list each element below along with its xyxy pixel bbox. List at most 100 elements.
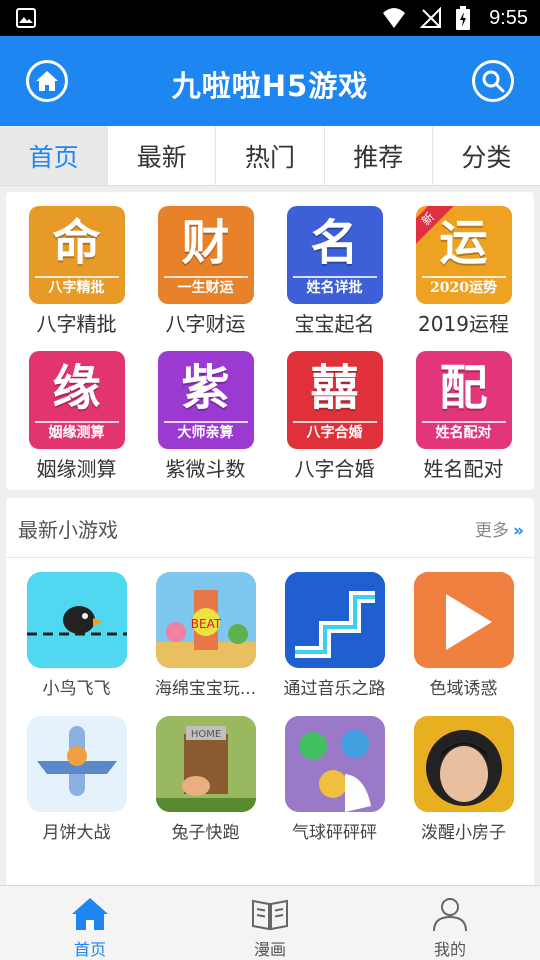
fortune-band-text: 2020运势	[421, 276, 506, 298]
fortune-item[interactable]: 财一生财运 八字财运	[141, 206, 270, 337]
play-game-icon	[413, 572, 514, 668]
game-label: 气球砰砰砰	[292, 823, 377, 842]
app-title: 九啦啦H5游戏	[171, 69, 369, 103]
tab-home[interactable]: 首页	[0, 126, 109, 185]
fortune-char: 囍	[310, 360, 359, 416]
game-label: 色域诱惑	[429, 679, 498, 698]
fortune-app-icon: 囍八字合婚	[286, 351, 383, 449]
fortune-char: 财	[181, 215, 230, 271]
fortune-band-text: 八字精批	[34, 276, 119, 298]
game-label: 兔子快跑	[171, 823, 240, 842]
fortune-item[interactable]: 命八字精批 八字精批	[12, 206, 141, 337]
image-notification-icon	[16, 8, 36, 28]
nav-mine-label: 我的	[433, 940, 466, 959]
fortune-label: 姻缘测算	[36, 457, 117, 481]
face-game-icon	[413, 716, 514, 812]
fortune-char: 缘	[52, 360, 101, 416]
fortune-label: 八字精批	[36, 312, 117, 336]
search-icon	[482, 70, 505, 93]
game-item[interactable]: 气球砰砰砰	[270, 716, 399, 842]
fortune-item[interactable]: 囍八字合婚 八字合婚	[270, 351, 399, 482]
fortune-label: 八字财运	[165, 312, 246, 336]
svg-text:HOME: HOME	[190, 729, 220, 740]
bird-game-icon	[26, 572, 127, 668]
game-label: 小鸟飞飞	[42, 679, 111, 698]
balloon-game-icon	[284, 716, 385, 812]
tab-category[interactable]: 分类	[433, 126, 540, 185]
app-header: 九啦啦H5游戏	[0, 36, 540, 126]
fortune-label: 八字合婚	[294, 457, 375, 481]
status-bar: 9:55	[0, 0, 540, 36]
fortune-label: 紫微斗数	[165, 457, 246, 481]
tab-latest[interactable]: 最新	[108, 126, 217, 185]
user-icon	[433, 898, 467, 932]
fortune-char: 配	[439, 360, 488, 416]
more-link[interactable]: 更多»	[475, 516, 524, 541]
nav-comics[interactable]: 漫画	[180, 886, 360, 960]
fortune-band-text: 姻缘测算	[34, 421, 119, 443]
category-tabs: 首页 最新 热门 推荐 分类	[0, 126, 540, 186]
latest-games-card: 最新小游戏 更多» 小鸟飞飞 BEAT 海绵宝宝玩... 通过音乐之路 色域诱惑月饼大战…	[6, 498, 534, 898]
fortune-item[interactable]: 缘姻缘测算 姻缘测算	[12, 351, 141, 482]
tab-recommend[interactable]: 推荐	[325, 126, 433, 185]
fortune-char: 命	[52, 215, 101, 271]
nav-mine[interactable]: 我的	[360, 886, 540, 960]
rabbit-game-icon: HOME	[155, 716, 256, 812]
book-icon	[252, 899, 288, 931]
bottom-nav: 首页 漫画 我的	[0, 885, 540, 960]
battery-icon	[456, 6, 470, 30]
fortune-item[interactable]: 名姓名详批 宝宝起名	[270, 206, 399, 337]
game-item[interactable]: 月饼大战	[12, 716, 141, 842]
clock: 9:55	[489, 7, 528, 29]
fortune-app-icon: 缘姻缘测算	[28, 351, 125, 449]
fortune-label: 2019运程	[418, 312, 509, 336]
section-title: 最新小游戏	[18, 518, 118, 542]
game-item[interactable]: HOME 兔子快跑	[141, 716, 270, 842]
fortune-grid: 命八字精批 八字精批财一生财运 八字财运名姓名详批 宝宝起名运 2020运势新 2019运…	[6, 206, 534, 482]
games-grid: 小鸟飞飞 BEAT 海绵宝宝玩... 通过音乐之路 色域诱惑月饼大战 HOME 兔子快跑 气球…	[6, 572, 534, 842]
fortune-char: 紫	[181, 360, 230, 416]
fortune-band-text: 姓名详批	[292, 276, 377, 298]
fortune-band-text: 八字合婚	[292, 421, 377, 443]
game-label: 通过音乐之路	[283, 679, 386, 698]
wifi-icon	[383, 8, 405, 28]
home-icon	[72, 898, 108, 930]
nav-comics-label: 漫画	[253, 940, 286, 959]
fortune-band-text: 一生财运	[163, 276, 248, 298]
fortune-band-text: 姓名配对	[421, 421, 506, 443]
fortune-item[interactable]: 运 2020运势新 2019运程	[399, 206, 528, 337]
fortune-label: 宝宝起名	[294, 312, 375, 336]
nav-home-label: 首页	[73, 940, 106, 959]
fortune-app-icon: 紫大师亲算	[157, 351, 254, 449]
game-item[interactable]: 泼醒小房子	[399, 716, 528, 842]
game-label: 月饼大战	[42, 823, 111, 842]
fortune-item[interactable]: 紫大师亲算 紫微斗数	[141, 351, 270, 482]
fortune-app-icon: 名姓名详批	[286, 206, 383, 304]
game-item[interactable]: BEAT 海绵宝宝玩...	[141, 572, 270, 698]
fortune-char: 运	[439, 215, 488, 271]
fortune-item[interactable]: 配姓名配对 姓名配对	[399, 351, 528, 482]
fortune-app-icon: 配姓名配对	[415, 351, 512, 449]
latest-games-header: 最新小游戏 更多»	[6, 498, 534, 558]
game-item[interactable]: 小鸟飞飞	[12, 572, 141, 698]
more-label: 更多	[475, 521, 510, 541]
no-signal-icon	[420, 7, 441, 28]
fortune-char: 名	[310, 215, 359, 271]
plane-game-icon	[26, 716, 127, 812]
fortune-app-icon: 命八字精批	[28, 206, 125, 304]
game-item[interactable]: 通过音乐之路	[270, 572, 399, 698]
search-button[interactable]	[472, 60, 514, 102]
fortune-services-card: 命八字精批 八字精批财一生财运 八字财运名姓名详批 宝宝起名运 2020运势新 2019运…	[6, 192, 534, 490]
game-item[interactable]: 色域诱惑	[399, 572, 528, 698]
tab-hot[interactable]: 热门	[216, 126, 325, 185]
svg-text:BEAT: BEAT	[190, 617, 221, 631]
nav-home[interactable]: 首页	[0, 886, 180, 960]
spongebob-game-icon: BEAT	[155, 572, 256, 668]
double-chevron-right-icon: »	[513, 521, 524, 541]
fortune-app-icon: 运 2020运势新	[415, 206, 512, 304]
game-label: 泼醒小房子	[421, 823, 506, 842]
fortune-app-icon: 财一生财运	[157, 206, 254, 304]
game-label: 海绵宝宝玩...	[154, 679, 257, 698]
music-road-game-icon	[284, 572, 385, 668]
fortune-band-text: 大师亲算	[163, 421, 248, 443]
